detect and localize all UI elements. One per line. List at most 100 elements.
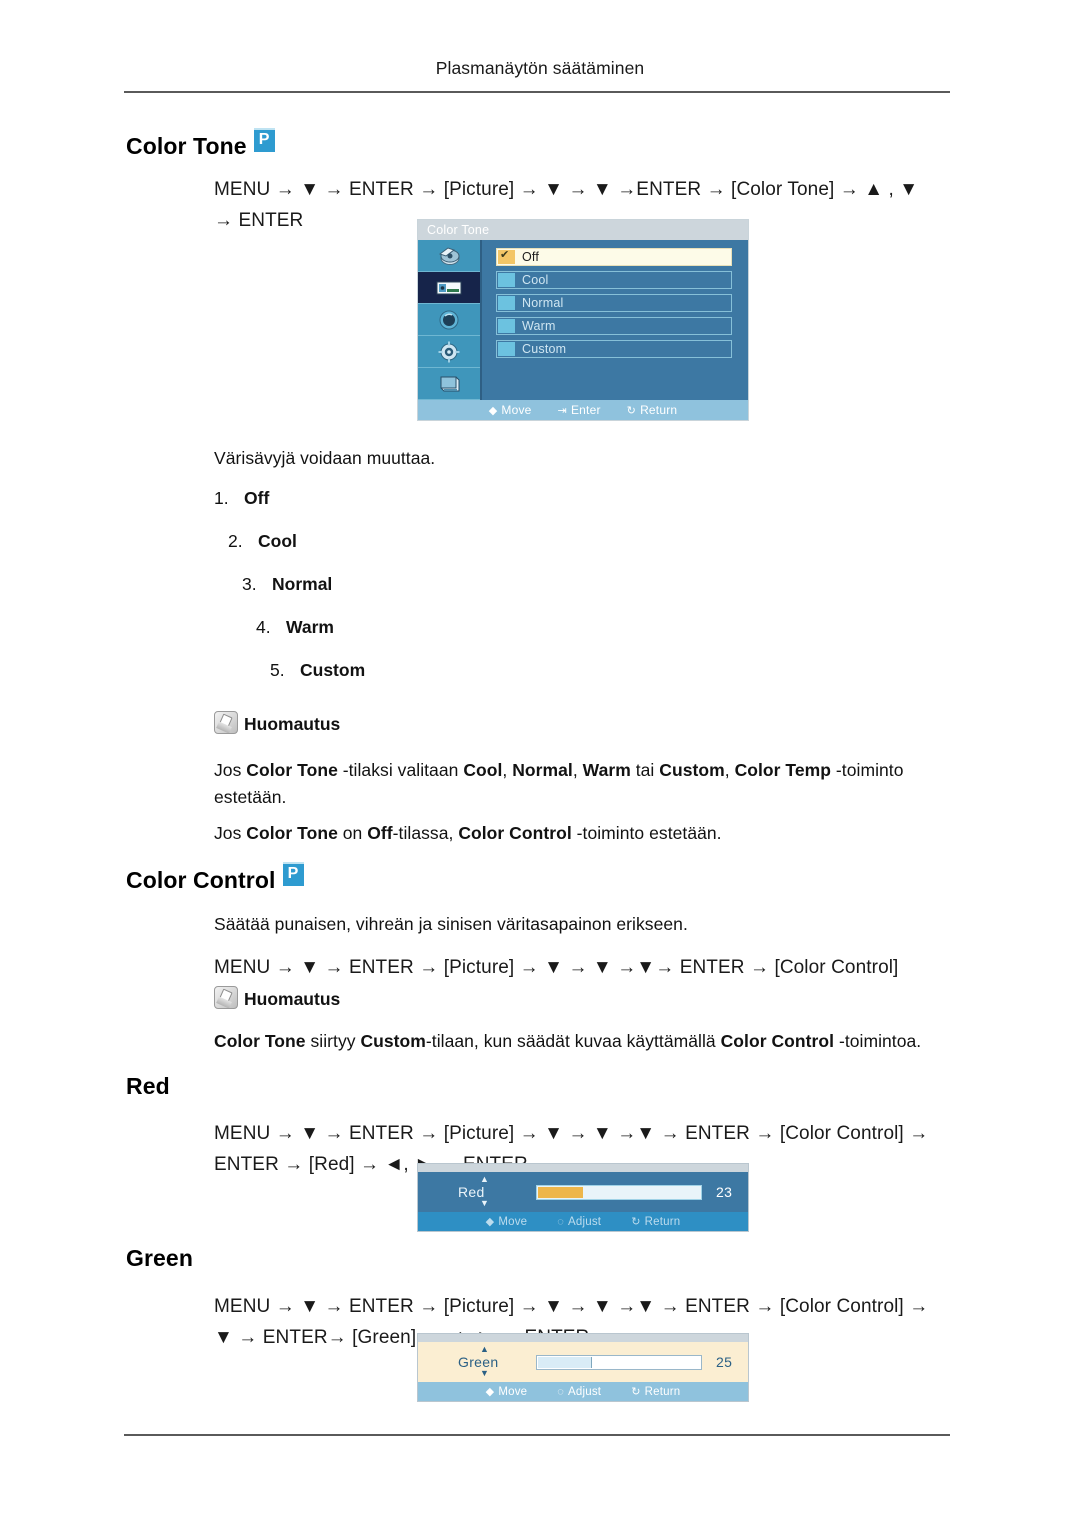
menu-path-line-1: MENU → ▼ → ENTER → [Picture] → ▼ → ▼ →EN… [214,179,919,200]
osd-option-row[interactable]: Off [496,248,732,266]
osd-slider-top-bar [418,1334,748,1342]
multi-control-icon [440,376,460,391]
heading-text: Color Control [126,867,276,893]
color-control-note-1: Color Tone siirtyy Custom-tilaan, kun sä… [214,1031,922,1051]
osd-icon-sound [418,304,480,336]
hint-return: ↻ Return [631,1385,681,1399]
osd-slider-track[interactable] [536,1184,702,1200]
down-arrow-icon: ▼ [480,1368,490,1378]
updown-arrow-icon: ◆ [485,1216,495,1228]
osd-sidebar [418,240,482,400]
osd-slider-value: 25 [716,1354,733,1370]
return-arrow-icon: ↻ [631,1216,641,1228]
osd-slider-body: ▲ Green ▼ 25 [418,1342,748,1382]
list-item: 5. Custom [214,660,365,703]
osd-option-row[interactable]: Cool [496,271,732,289]
osd-body: Off Cool Normal Warm Custom [418,240,748,400]
hint-adjust: ◌ Adjust [557,1386,601,1398]
color-tone-note-1: Jos Color Tone -tilaksi valitaan Cool, N… [214,757,954,811]
hint-move-label: Move [498,1385,528,1398]
hint-return-label: Return [644,1215,681,1228]
osd-footer-hints: ◆ Move ⇥ Enter ↻ Return [418,400,748,420]
updown-arrow-icon: ◆ [488,404,498,417]
footer-divider [124,1434,950,1436]
osd-option-row[interactable]: Normal [496,294,732,312]
down-arrow-icon: ▼ [480,1198,490,1208]
osd-slider-label-green: ▲ Green ▼ [458,1345,536,1378]
note-pencil-icon [214,986,238,1009]
hint-enter-label: Enter [570,403,601,417]
leftright-arrow-icon: ◌ [557,1215,565,1228]
osd-option-label: Custom [522,342,567,356]
note-label: Huomautus [244,714,341,734]
color-tone-option-list: 1. Off 2. Cool 3. Normal 4. Warm 5. Custom [214,488,365,703]
list-item-label: Off [244,488,270,508]
osd-screenshot-green: ▲ Green ▼ 25 ◆ Move ◌ Adjust ↻ Return [418,1334,748,1401]
checkbox-icon [498,248,515,264]
return-arrow-icon: ↻ [631,1386,641,1398]
osd-slider-fill [538,1186,584,1198]
list-item: 4. Warm [214,617,365,660]
menu-path-line-1: MENU → ▼ → ENTER → [Picture] → ▼ → ▼ →▼ … [214,1296,929,1317]
hint-move: ◆ Move [489,403,532,417]
hint-return-label: Return [644,1385,681,1398]
list-item-label: Cool [258,531,297,551]
osd-icon-multi-control [418,368,480,400]
osd-option-row[interactable]: Warm [496,317,732,335]
hint-adjust-label: Adjust [568,1215,602,1228]
picture-mode-badge-icon [253,128,275,152]
heading-text: Color Tone [126,133,247,159]
osd-option-label: Normal [522,296,564,310]
hint-return-label: Return [640,403,678,417]
osd-screenshot-red: ▲ Red ▼ 23 ◆ Move ◌ Adjust ↻ Return [418,1164,748,1231]
section-heading-red: Red [126,1073,170,1100]
picture-mode-badge-icon [282,862,304,886]
checkbox-icon [498,273,515,287]
hint-adjust: ◌ Adjust [557,1216,601,1228]
checkbox-icon [498,342,515,356]
note-line-1: Jos Color Tone -tilaksi valitaan Cool, N… [214,760,904,780]
osd-slider-track[interactable] [536,1354,702,1370]
header-divider [124,91,950,93]
leftright-arrow-icon: ◌ [557,1385,565,1398]
section-heading-green: Green [126,1245,193,1272]
osd-icon-input [418,240,480,272]
note-header-color-control: Huomautus [214,986,340,1010]
osd-icon-setup [418,336,480,368]
list-item: 1. Off [214,488,365,531]
section-heading-color-control: Color Control [126,862,304,894]
hint-adjust-label: Adjust [568,1385,602,1398]
osd-slider-footer-hints: ◆ Move ◌ Adjust ↻ Return [418,1212,748,1231]
osd-option-label: Warm [522,319,556,333]
list-item-label: Normal [272,574,333,594]
color-tone-note-2: Jos Color Tone on Off-tilassa, Color Con… [214,823,722,843]
return-arrow-icon: ↻ [626,404,637,417]
osd-slider-footer-hints: ◆ Move ◌ Adjust ↻ Return [418,1382,748,1401]
hint-return: ↻ Return [631,1215,681,1229]
osd-slider-value: 23 [716,1184,733,1200]
hint-move-label: Move [501,403,532,417]
menu-path-color-control: MENU → ▼ → ENTER → [Picture] → ▼ → ▼ →▼→… [214,957,899,978]
osd-screenshot-color-tone: Color Tone ✔ Off Cool Normal Warm Custom… [418,220,748,420]
gear-icon [438,341,460,362]
up-arrow-icon: ▲ [480,1344,490,1354]
osd-title-bar: Color Tone [418,220,748,240]
osd-slider-label-red: ▲ Red ▼ [458,1175,536,1208]
note-label: Huomautus [244,989,341,1009]
document-page: Plasmanäytön säätäminen Color Tone MENU … [0,0,1080,1527]
list-item-label: Warm [286,617,334,637]
osd-option-label: Cool [522,273,549,287]
input-source-icon [438,246,460,265]
page-header-title: Plasmanäytön säätäminen [435,58,645,78]
list-item-number: 5. [270,660,285,680]
list-item-number: 3. [242,574,257,594]
updown-arrow-icon: ◆ [485,1386,495,1398]
hint-move: ◆ Move [485,1215,528,1229]
osd-option-row[interactable]: Custom [496,340,732,358]
menu-path-line-1: MENU → ▼ → ENTER → [Picture] → ▼ → ▼ →▼ … [214,1123,929,1144]
checkbox-icon [498,296,515,310]
note-header-color-tone: Huomautus [214,711,340,735]
list-item: 2. Cool [214,531,365,574]
heading-text: Red [126,1073,170,1099]
note-pencil-icon [214,711,238,734]
